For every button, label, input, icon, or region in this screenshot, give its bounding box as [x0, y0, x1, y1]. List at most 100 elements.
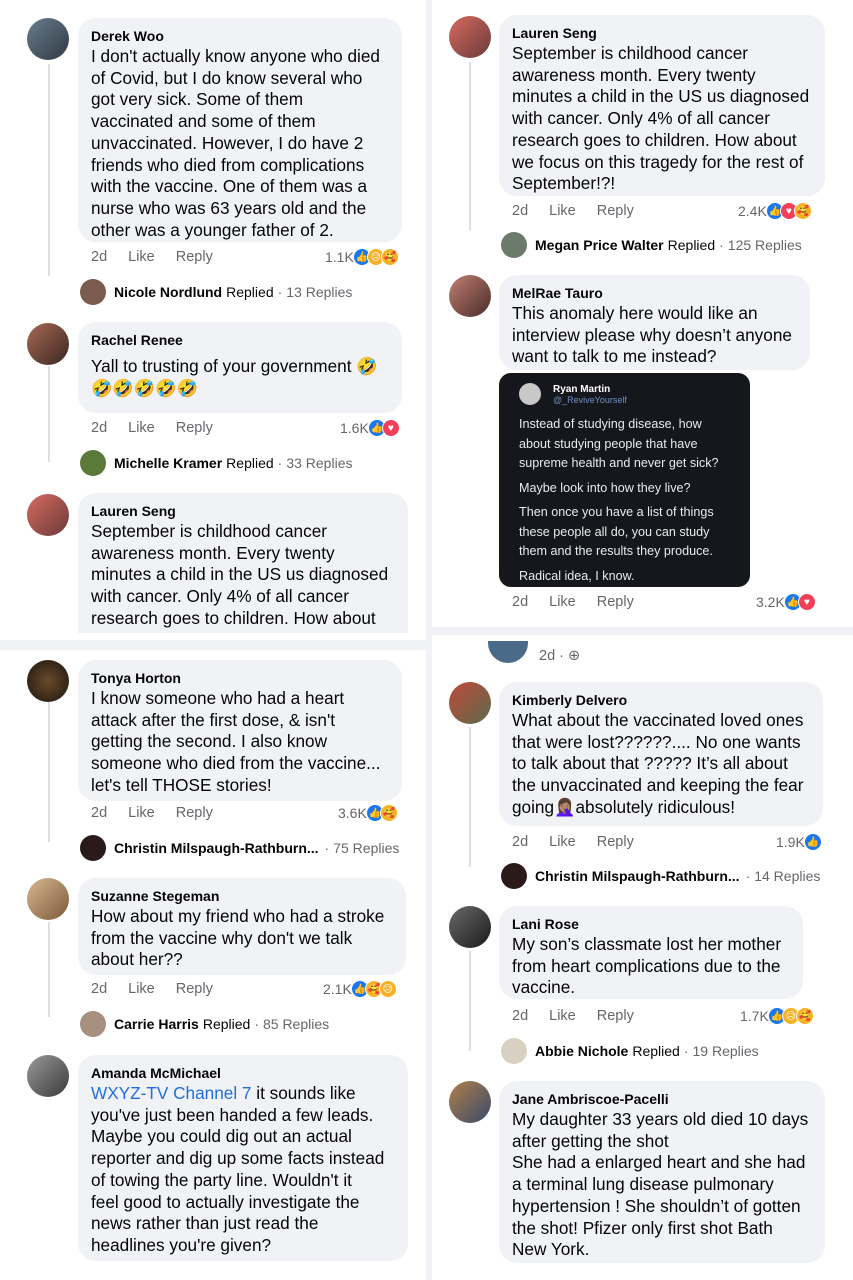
sad-face-icon: 😥	[378, 980, 397, 998]
thumbs-up-icon: 👍	[803, 833, 822, 851]
comments-panel-top-right: Lauren Seng September is childhood cance…	[436, 0, 840, 625]
thread-line	[48, 366, 50, 462]
comment-bubble: Lani Rose My son’s classmate lost her mo…	[499, 906, 803, 999]
comment-text: My son’s classmate lost her mother from …	[512, 934, 782, 998]
reaction-summary[interactable]: 1.9K 👍	[776, 833, 822, 851]
avatar[interactable]	[449, 275, 491, 317]
avatar[interactable]	[449, 1081, 491, 1123]
reply-button[interactable]: Reply	[597, 1008, 634, 1024]
like-button[interactable]: Like	[549, 203, 576, 219]
replied-label: Replied	[667, 237, 716, 253]
comment-actions: 2d Like Reply	[512, 203, 655, 219]
reaction-summary[interactable]: 3.2K 👍 ♥	[756, 593, 816, 611]
reply-button[interactable]: Reply	[597, 203, 634, 219]
reaction-summary[interactable]: 2.1K 👍 🥰 😥	[323, 980, 397, 998]
reply-button[interactable]: Reply	[176, 249, 213, 265]
avatar[interactable]	[27, 660, 69, 702]
comment-text: I know someone who had a heart attack af…	[91, 688, 381, 795]
reply-button[interactable]: Reply	[597, 834, 634, 850]
like-button[interactable]: Like	[549, 1008, 576, 1024]
like-button[interactable]: Like	[549, 594, 576, 610]
avatar[interactable]	[27, 494, 69, 536]
avatar	[501, 863, 527, 889]
separator-dot: ·	[277, 455, 283, 471]
comment-time: 2d	[91, 249, 108, 265]
reply-button[interactable]: Reply	[176, 981, 213, 997]
commenter-name[interactable]: Amanda McMichael	[91, 1064, 395, 1083]
reply-count: 13 Replies	[286, 284, 353, 300]
reaction-count: 1.7K	[740, 1008, 769, 1024]
replied-label: Replied	[632, 1043, 680, 1059]
reply-button[interactable]: Reply	[176, 805, 213, 821]
commenter-name[interactable]: Tonya Horton	[91, 669, 389, 688]
avatar[interactable]	[27, 878, 69, 920]
like-button[interactable]: Like	[128, 249, 155, 265]
shared-tweet-image[interactable]: Ryan Martin @_ReviveYourself Instead of …	[499, 373, 750, 587]
tweet-text: Then once you have a list of things thes…	[519, 505, 714, 558]
reaction-summary[interactable]: 2.4K 👍 ♥ 🥰	[738, 202, 812, 220]
thread-line	[469, 727, 471, 867]
replies-link[interactable]: Nicole Nordlund Replied · 13 Replies	[80, 279, 352, 305]
post-meta: 2d · ⊕	[539, 648, 580, 664]
like-button[interactable]: Like	[549, 834, 576, 850]
replies-link[interactable]: Christin Milspaugh-Rathburn... · 75 Repl…	[80, 835, 399, 861]
reply-button[interactable]: Reply	[597, 594, 634, 610]
commenter-name[interactable]: Lani Rose	[512, 915, 790, 934]
commenter-name[interactable]: Kimberly Delvero	[512, 691, 810, 710]
commenter-name[interactable]: Lauren Seng	[512, 24, 812, 43]
comment-actions: 2d Like Reply	[512, 834, 655, 850]
comment-time: 2d	[512, 594, 529, 610]
commenter-name[interactable]: Rachel Renee	[91, 331, 389, 350]
like-button[interactable]: Like	[128, 420, 155, 436]
reply-count: 125 Replies	[727, 237, 802, 253]
commenter-name[interactable]: MelRae Tauro	[512, 284, 797, 303]
replies-link[interactable]: Christin Milspaugh-Rathburn... · 14 Repl…	[501, 863, 820, 889]
reply-count: 19 Replies	[692, 1043, 759, 1059]
reply-count: 33 Replies	[286, 455, 353, 471]
avatar[interactable]	[27, 323, 69, 365]
reaction-summary[interactable]: 1.6K 👍 ♥	[340, 419, 400, 437]
replies-link[interactable]: Michelle Kramer Replied · 33 Replies	[80, 450, 352, 476]
reaction-count: 3.2K	[756, 594, 785, 610]
commenter-name[interactable]: Jane Ambriscoe-Pacelli	[512, 1090, 812, 1109]
comments-panel-bottom-left: Tonya Horton I know someone who had a he…	[0, 654, 422, 1280]
avatar	[80, 450, 106, 476]
avatar[interactable]	[449, 16, 491, 58]
tweet-text: Radical idea, I know.	[519, 568, 635, 583]
replier-name: Christin Milspaugh-Rathburn...	[114, 840, 319, 856]
reply-count: 14 Replies	[754, 868, 821, 884]
comment-bubble: Tonya Horton I know someone who had a he…	[78, 660, 402, 801]
thread-line	[469, 62, 471, 230]
comment-text: September is childhood cancer awareness …	[512, 43, 810, 194]
replies-link[interactable]: Carrie Harris Replied · 85 Replies	[80, 1011, 329, 1037]
separator-dot: ·	[254, 1016, 259, 1032]
reaction-count: 2.4K	[738, 203, 767, 219]
separator-dot: ·	[745, 868, 751, 884]
reaction-summary[interactable]: 1.1K 👍 😥 🥰	[325, 248, 399, 266]
reaction-summary[interactable]: 3.6K 👍 🥰	[338, 804, 398, 822]
comment-time: 2d	[512, 203, 529, 219]
mentioned-page-link[interactable]: WXYZ-TV Channel 7	[91, 1083, 251, 1103]
replies-link[interactable]: Abbie Nichole Replied · 19 Replies	[501, 1038, 759, 1064]
avatar[interactable]	[27, 1055, 69, 1097]
comment-bubble: Lauren Seng September is childhood cance…	[78, 493, 408, 633]
replies-link[interactable]: Megan Price Walter Replied · 125 Replies	[501, 232, 802, 258]
commenter-name[interactable]: Derek Woo	[91, 27, 389, 46]
tweet-header: Ryan Martin @_ReviveYourself	[519, 383, 730, 405]
like-button[interactable]: Like	[128, 805, 155, 821]
replier-name: Megan Price Walter	[535, 237, 664, 253]
heart-icon: ♥	[797, 593, 816, 611]
commenter-name[interactable]: Lauren Seng	[91, 502, 395, 521]
reaction-summary[interactable]: 1.7K 👍 😥 🥰	[740, 1007, 814, 1025]
avatar[interactable]	[449, 906, 491, 948]
comment-bubble: Kimberly Delvero What about the vaccinat…	[499, 682, 823, 826]
reply-button[interactable]: Reply	[176, 420, 213, 436]
comment-text: My daughter 33 years old died 10 days af…	[512, 1109, 809, 1260]
avatar[interactable]	[27, 18, 69, 60]
care-hug-icon: 🥰	[793, 202, 812, 220]
avatar[interactable]	[449, 682, 491, 724]
replier-name: Nicole Nordlund	[114, 284, 223, 300]
avatar	[80, 1011, 106, 1037]
commenter-name[interactable]: Suzanne Stegeman	[91, 887, 393, 906]
like-button[interactable]: Like	[128, 981, 155, 997]
